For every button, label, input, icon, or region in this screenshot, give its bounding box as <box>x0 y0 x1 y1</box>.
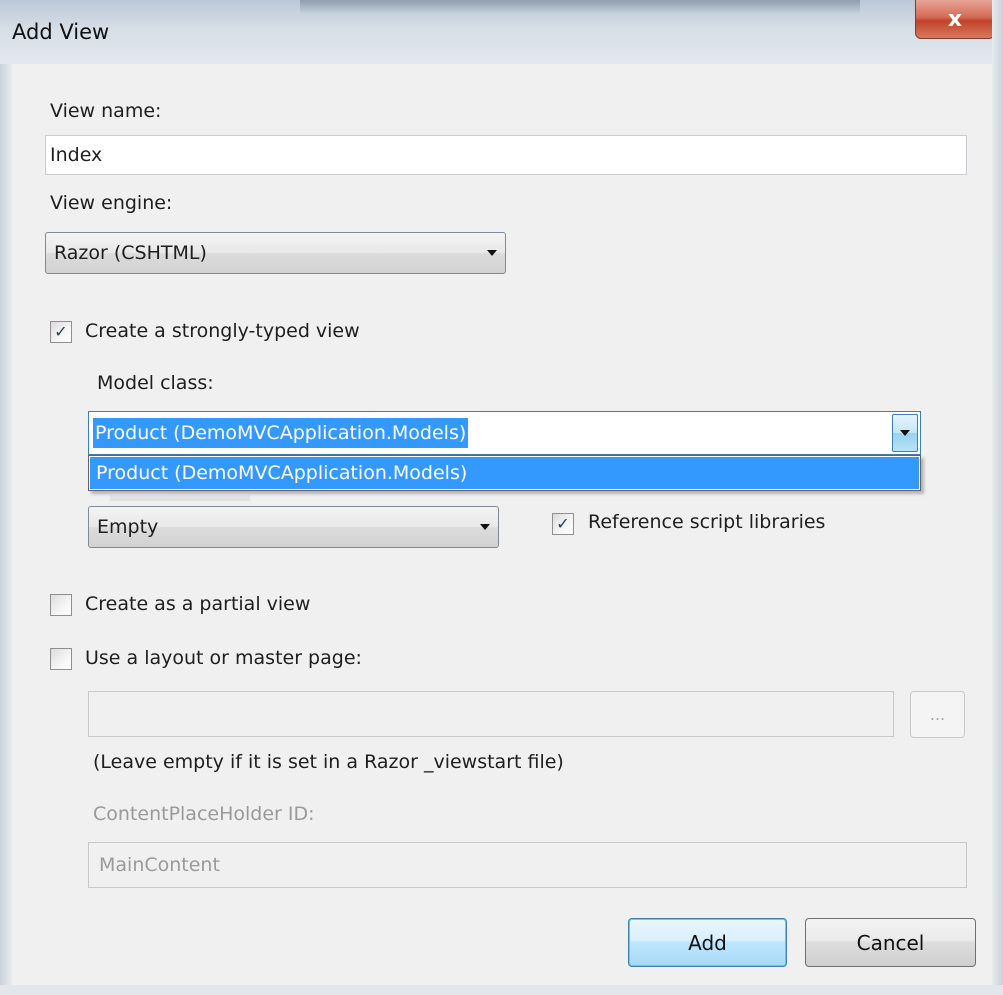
cancel-button[interactable]: Cancel <box>805 918 976 967</box>
scaffold-template-value: Empty <box>97 516 159 538</box>
window-right-edge <box>992 0 1003 995</box>
model-class-label: Model class: <box>97 372 214 394</box>
partial-view-label: Create as a partial view <box>85 593 311 615</box>
partial-view-checkbox[interactable] <box>50 594 72 616</box>
layout-path-input[interactable] <box>88 691 894 737</box>
layout-hint: (Leave empty if it is set in a Razor _vi… <box>93 751 564 773</box>
strongly-typed-label: Create a strongly-typed view <box>85 320 360 342</box>
view-name-value: Index <box>50 144 103 166</box>
add-button-label: Add <box>688 930 727 955</box>
strongly-typed-checkbox[interactable]: ✓ <box>50 321 72 343</box>
placeholder-id-input[interactable]: MainContent <box>88 842 967 888</box>
checkmark-icon: ✓ <box>556 514 570 533</box>
reference-scripts-label: Reference script libraries <box>588 511 826 533</box>
view-engine-label: View engine: <box>50 192 173 214</box>
model-class-value[interactable]: Product (DemoMVCApplication.Models) <box>93 418 469 448</box>
close-icon: x <box>947 6 963 32</box>
close-button[interactable]: x <box>915 0 995 39</box>
window-bottom-edge <box>0 985 1003 995</box>
model-class-dropdown-list: Product (DemoMVCApplication.Models) <box>88 455 921 491</box>
view-name-label: View name: <box>50 100 162 122</box>
view-name-input[interactable]: Index <box>45 135 967 175</box>
browse-label: ... <box>929 705 946 724</box>
model-class-dropdown-button[interactable] <box>892 414 918 452</box>
checkmark-icon: ✓ <box>54 322 68 341</box>
view-engine-select[interactable]: Razor (CSHTML) <box>45 232 506 274</box>
reference-scripts-checkbox[interactable]: ✓ <box>552 513 574 535</box>
dialog-title: Add View <box>12 20 110 44</box>
chevron-down-icon <box>900 430 910 436</box>
titlebar-shadow <box>300 0 860 14</box>
view-engine-value: Razor (CSHTML) <box>54 242 207 264</box>
window-left-edge <box>0 64 12 995</box>
cancel-button-label: Cancel <box>856 930 925 955</box>
add-button[interactable]: Add <box>628 918 787 967</box>
layout-label: Use a layout or master page: <box>85 647 362 669</box>
scaffold-template-select[interactable]: Empty <box>88 506 499 548</box>
scaffold-template-label-obscured <box>110 495 250 501</box>
model-class-option[interactable]: Product (DemoMVCApplication.Models) <box>90 457 919 489</box>
browse-button[interactable]: ... <box>910 691 965 738</box>
layout-checkbox[interactable] <box>50 648 72 670</box>
placeholder-id-value: MainContent <box>99 854 220 876</box>
chevron-down-icon <box>487 250 497 256</box>
placeholder-id-label: ContentPlaceHolder ID: <box>93 803 315 825</box>
chevron-down-icon <box>480 524 490 530</box>
model-class-combo[interactable]: Product (DemoMVCApplication.Models) <box>88 411 921 455</box>
